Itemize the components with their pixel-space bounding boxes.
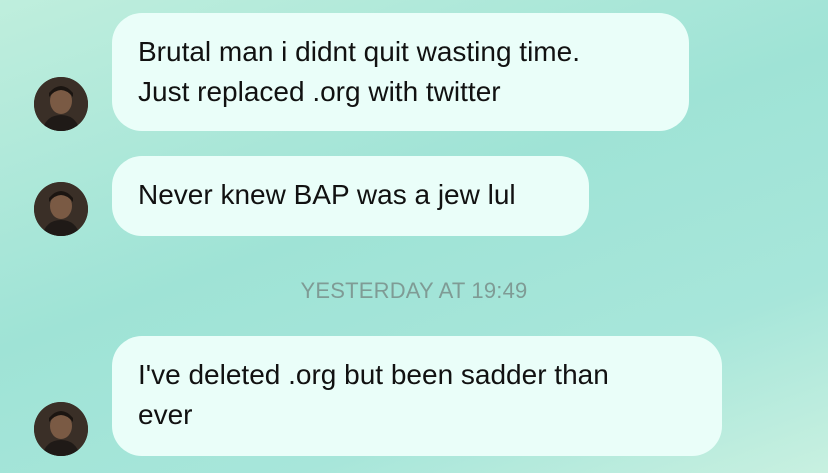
avatar[interactable]	[34, 402, 88, 456]
message-text-line: Just replaced .org with twitter	[138, 76, 501, 107]
message-text-line: Brutal man i didnt quit wasting time.	[138, 36, 580, 67]
avatar[interactable]	[34, 77, 88, 131]
message-bubble[interactable]: I've deleted .org but been sadder than e…	[112, 336, 722, 456]
message-text-line: ever	[138, 399, 193, 430]
message-text-line: Never knew BAP was a jew lul	[138, 179, 516, 210]
avatar-photo-icon	[34, 77, 88, 131]
message-text-line: I've deleted .org but been sadder than	[138, 359, 609, 390]
avatar-photo-icon	[34, 182, 88, 236]
chat-thread: Brutal man i didnt quit wasting time. Ju…	[0, 0, 828, 473]
avatar-photo-icon	[34, 402, 88, 456]
message-bubble[interactable]: Brutal man i didnt quit wasting time. Ju…	[112, 13, 689, 131]
message-bubble[interactable]: Never knew BAP was a jew lul	[112, 156, 589, 236]
avatar[interactable]	[34, 182, 88, 236]
timestamp-divider: YESTERDAY AT 19:49	[300, 278, 528, 303]
